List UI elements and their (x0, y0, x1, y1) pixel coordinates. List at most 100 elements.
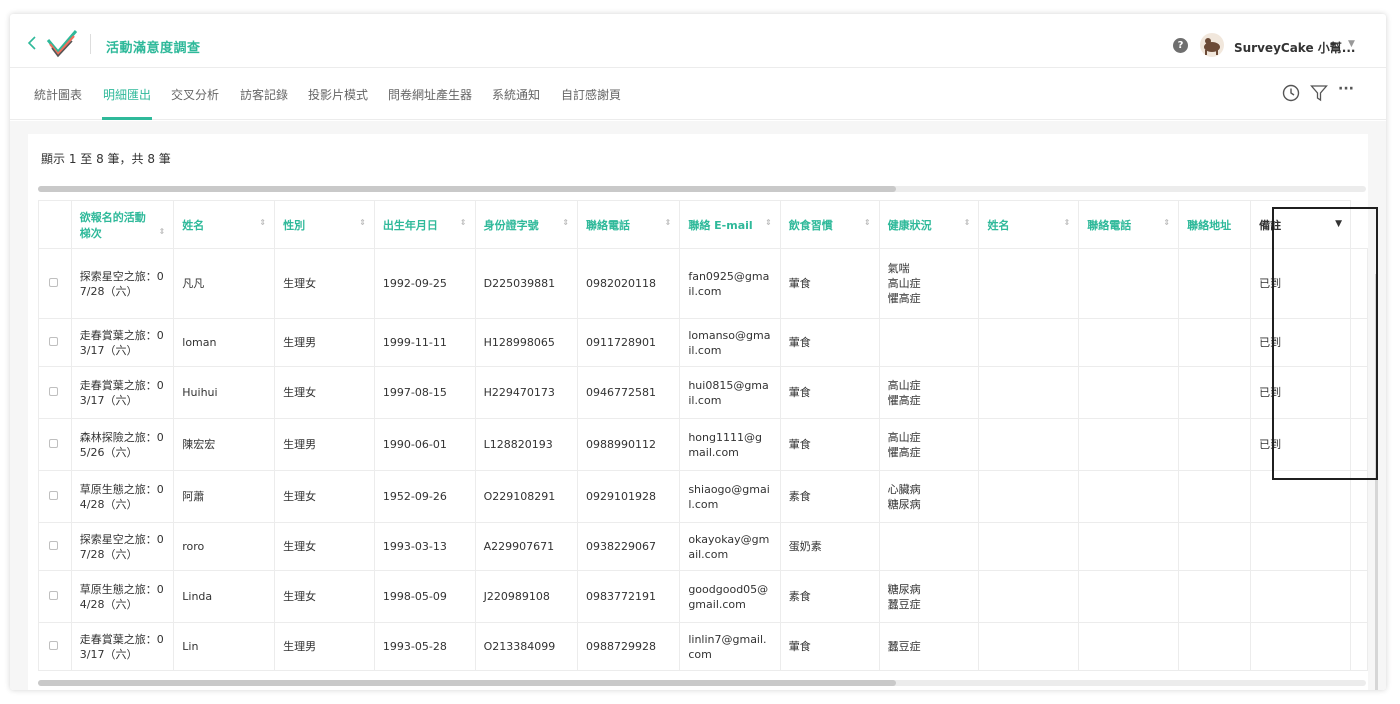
sort-icon[interactable]: ⇕ (665, 218, 672, 227)
health-item: 糖尿病 (887, 497, 921, 511)
table-row[interactable]: 草原生態之旅：04/28（六） Linda 生理女 1998-05-09 J220989… (38, 570, 1368, 623)
email-value: shiaogo@gmail.com (688, 482, 770, 511)
table-row[interactable]: 走春賞葉之旅：03/17（六） Huihui 生理女 1997-08-15 H22947… (38, 366, 1368, 419)
table-row[interactable]: 草原生態之旅：04/28（六） 阿蕭 生理女 1952-09-26 O229108291… (38, 470, 1368, 523)
diet-cell: 葷食 (779, 248, 880, 319)
id-number-value: H229470173 (483, 386, 555, 399)
avatar[interactable] (1200, 33, 1224, 57)
activity-value: 探索星空之旅：07/28（六） (79, 532, 164, 561)
row-select-cell (38, 570, 72, 623)
chevron-left-icon[interactable] (26, 36, 38, 50)
scrollbar-thumb[interactable] (38, 680, 896, 686)
sort-icon[interactable]: ⇕ (964, 218, 971, 227)
responses-table: 欲報名的活動梯次 ⇕ 姓名 ⇕ 性別 ⇕ 出生年月日 ⇕ 身份證字號 ⇕ 聯絡電話 ⇕ 聯絡… (38, 200, 1368, 671)
birth-date-cell: 1952-09-26 (373, 470, 476, 523)
sort-icon[interactable]: ⇕ (460, 218, 467, 227)
phone2-cell (1078, 366, 1180, 419)
chevron-down-icon[interactable]: ▼ (1348, 39, 1355, 49)
name2-cell (978, 570, 1080, 623)
column-header[interactable]: 飲食習慣 ⇕ (779, 200, 880, 249)
gender-cell: 生理女 (274, 248, 375, 319)
birth-date-cell: 1990-06-01 (373, 418, 476, 471)
column-header[interactable]: 姓名 ⇕ (173, 200, 276, 249)
row-select-cell (38, 366, 72, 419)
help-icon[interactable]: ? (1173, 38, 1188, 53)
column-header[interactable]: 出生年月日 ⇕ (373, 200, 476, 249)
more-icon[interactable]: ··· (1338, 81, 1356, 99)
row-checkbox[interactable] (49, 278, 58, 287)
table-row[interactable]: 探索星空之旅：07/28（六） roro 生理女 1993-03-13 A2299076… (38, 522, 1368, 571)
table-row[interactable]: 探索星空之旅：07/28（六） 凡凡 生理女 1992-09-25 D225039881… (38, 248, 1368, 319)
user-name[interactable]: SurveyCake 小幫... (1234, 39, 1355, 56)
column-header[interactable]: 聯絡電話 ⇕ (577, 200, 681, 249)
health-cell (878, 318, 980, 367)
health-item: 糖尿病 (887, 582, 921, 596)
clock-icon[interactable] (1282, 84, 1300, 102)
tab-detail-export[interactable]: 明細匯出 (103, 86, 151, 103)
survey-title[interactable]: 活動滿意度調查 (106, 37, 201, 56)
column-header[interactable]: 身份證字號 ⇕ (474, 200, 579, 249)
row-checkbox[interactable] (49, 387, 58, 396)
vertical-scrollbar[interactable] (1375, 274, 1378, 690)
row-checkbox[interactable] (49, 491, 58, 500)
name-cell: Huihui (173, 366, 276, 419)
table-row[interactable]: 走春賞葉之旅：03/17（六） loman 生理男 1999-11-11 H128998… (38, 318, 1368, 367)
column-header[interactable]: 欲報名的活動梯次 ⇕ (70, 200, 175, 249)
sort-icon[interactable]: ⇕ (1163, 218, 1170, 227)
phone2-cell (1078, 470, 1180, 523)
email-cell: lomanso@gmail.com (679, 318, 781, 367)
tab-url-generator[interactable]: 問卷網址產生器 (388, 86, 472, 103)
row-checkbox[interactable] (49, 591, 58, 600)
column-header[interactable]: 性別 ⇕ (274, 200, 375, 249)
tab-charts[interactable]: 統計圖表 (34, 86, 82, 103)
tab-slide-mode[interactable]: 投影片模式 (308, 86, 368, 103)
tab-cross-analysis[interactable]: 交叉分析 (171, 86, 219, 103)
tab-notifications[interactable]: 系統通知 (492, 86, 540, 103)
phone-cell: 0988729928 (577, 622, 681, 671)
overflow-cell (1350, 318, 1368, 367)
column-header[interactable]: 姓名 ⇕ (978, 200, 1080, 249)
sort-icon[interactable]: ⇕ (562, 218, 569, 227)
health-cell: 氣喘 高山症 懼高症 (878, 248, 980, 319)
row-checkbox[interactable] (49, 641, 58, 650)
sort-icon[interactable]: ⇕ (864, 218, 871, 227)
content-area: 顯示 1 至 8 筆，共 8 筆 欲報名的活動梯次 ⇕ 姓名 ⇕ 性別 ⇕ 出生年月日… (10, 121, 1386, 690)
tab-visitor-log[interactable]: 訪客記錄 (240, 86, 288, 103)
column-header[interactable]: 聯絡地址 (1178, 200, 1252, 249)
column-header[interactable]: 聯絡電話 ⇕ (1078, 200, 1180, 249)
caret-down-icon[interactable]: ▼ (1335, 219, 1342, 229)
email-value: fan0925@gmail.com (688, 269, 770, 298)
email-cell: fan0925@gmail.com (679, 248, 781, 319)
name2-cell (978, 622, 1080, 671)
horizontal-scrollbar-top[interactable] (38, 186, 1366, 192)
activity-value: 走春賞葉之旅：03/17（六） (79, 378, 164, 407)
row-checkbox[interactable] (49, 541, 58, 550)
health-item: 懼高症 (887, 393, 921, 407)
sort-icon[interactable]: ⇕ (359, 218, 366, 227)
overflow-cell (1350, 470, 1368, 523)
table-row[interactable]: 森林探險之旅：05/26（六） 陳宏宏 生理男 1990-06-01 L12882019… (38, 418, 1368, 471)
column-header-label: 身份證字號 (483, 218, 539, 232)
tab-thank-you-page[interactable]: 自訂感謝頁 (561, 86, 621, 103)
phone-cell: 0938229067 (577, 522, 681, 571)
scrollbar-thumb[interactable] (38, 186, 896, 192)
sort-icon[interactable]: ⇕ (159, 227, 166, 236)
birth-date-cell: 1999-11-11 (373, 318, 476, 367)
activity-value: 走春賞葉之旅：03/17（六） (79, 632, 164, 661)
column-header[interactable]: 健康狀況 ⇕ (878, 200, 980, 249)
row-checkbox[interactable] (49, 337, 58, 346)
gender-value: 生理男 (283, 640, 317, 653)
sort-icon[interactable]: ⇕ (765, 218, 772, 227)
horizontal-scrollbar-bottom[interactable] (38, 680, 1366, 686)
gender-cell: 生理男 (274, 318, 375, 367)
column-header[interactable]: 聯絡 E-mail ⇕ (679, 200, 781, 249)
diet-value: 素食 (788, 590, 811, 603)
health-item: 蠶豆症 (887, 597, 921, 611)
email-value: okayokay@gmail.com (688, 532, 770, 561)
sort-icon[interactable]: ⇕ (259, 218, 266, 227)
sort-icon[interactable]: ⇕ (1064, 218, 1071, 227)
row-checkbox[interactable] (49, 439, 58, 448)
table-row[interactable]: 走春賞葉之旅：03/17（六） Lin 生理男 1993-05-28 O21338409… (38, 622, 1368, 671)
filter-icon[interactable] (1310, 84, 1328, 102)
column-header-note[interactable]: 備註 ▼ (1250, 200, 1351, 249)
